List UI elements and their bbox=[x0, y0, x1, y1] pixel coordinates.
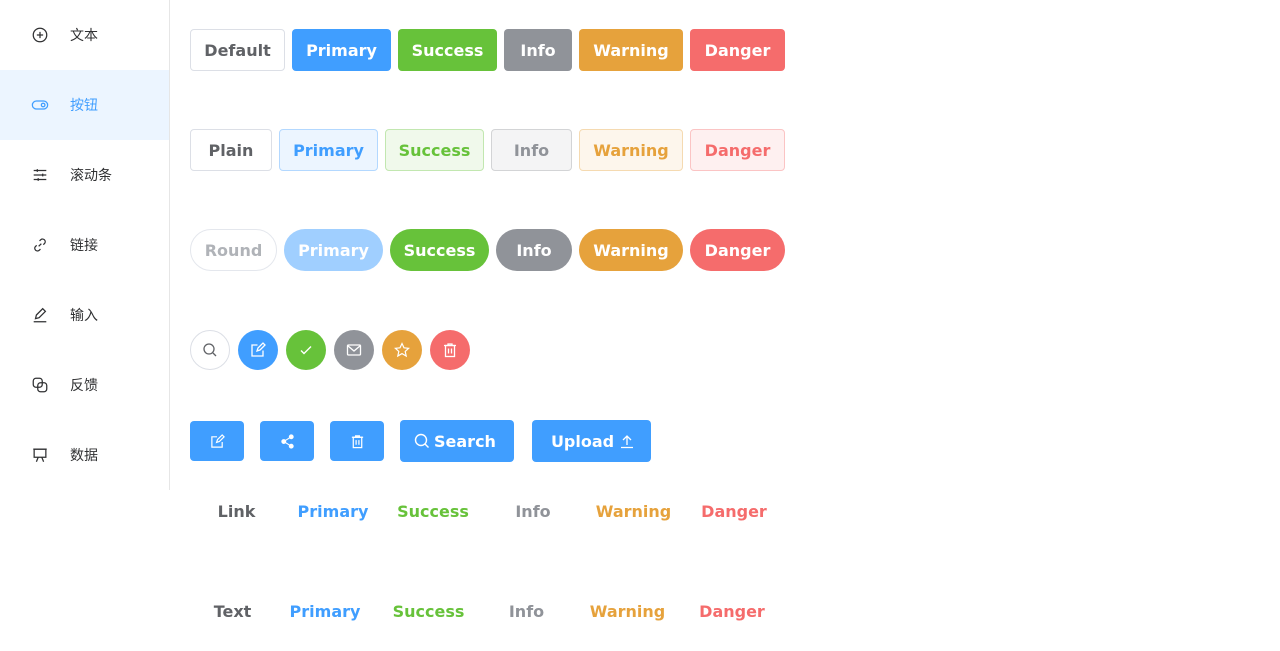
circle-search-button[interactable] bbox=[190, 330, 230, 370]
search-icon bbox=[414, 433, 429, 448]
sidebar-item-label: 数据 bbox=[70, 448, 98, 464]
round-primary-button[interactable]: Primary bbox=[284, 229, 383, 271]
warning-button[interactable]: Warning bbox=[579, 29, 683, 71]
plain-button[interactable]: Plain bbox=[190, 129, 272, 171]
round-buttons-row: Round Primary Success Info Warning Dange… bbox=[190, 229, 792, 271]
circle-buttons-row bbox=[190, 330, 478, 370]
link-default[interactable]: Link bbox=[190, 490, 283, 532]
link-icon bbox=[30, 235, 50, 255]
sidebar-item-text[interactable]: 文本 bbox=[0, 0, 169, 70]
upload-button-label: Upload bbox=[550, 431, 615, 451]
link-buttons-row: Link Primary Success Info Warning Danger bbox=[190, 490, 784, 532]
primary-button[interactable]: Primary bbox=[292, 29, 391, 71]
sidebar-item-feedback[interactable]: 反馈 bbox=[0, 350, 169, 420]
success-button[interactable]: Success bbox=[398, 29, 497, 71]
edit-icon bbox=[251, 342, 266, 357]
circle-delete-button[interactable] bbox=[430, 330, 470, 370]
upload-icon bbox=[621, 435, 634, 449]
sidebar-item-data[interactable]: 数据 bbox=[0, 420, 169, 490]
sidebar-item-link[interactable]: 链接 bbox=[0, 210, 169, 280]
upload-button[interactable]: Upload bbox=[531, 420, 652, 462]
plain-primary-button[interactable]: Primary bbox=[279, 129, 378, 171]
delete-icon bbox=[351, 434, 363, 448]
sidebar-item-scrollbar[interactable]: 滚动条 bbox=[0, 140, 169, 210]
edit-button[interactable] bbox=[190, 421, 244, 461]
round-button[interactable]: Round bbox=[190, 229, 277, 271]
delete-icon bbox=[444, 343, 456, 358]
sliders-icon bbox=[30, 165, 50, 185]
edit-icon bbox=[210, 433, 225, 448]
copy-icon bbox=[30, 375, 50, 395]
basic-buttons-row: Default Primary Success Info Warning Dan… bbox=[190, 29, 792, 71]
icon-buttons-row: Search Upload bbox=[190, 420, 669, 462]
default-button[interactable]: Default bbox=[190, 29, 285, 71]
toggle-icon bbox=[30, 95, 50, 115]
delete-button[interactable] bbox=[330, 421, 384, 461]
circle-mail-button[interactable] bbox=[334, 330, 374, 370]
sidebar: 文本 按钮 滚动条 链接 输入 反馈 数据 bbox=[0, 0, 170, 490]
sidebar-item-label: 文本 bbox=[70, 28, 98, 44]
circle-star-button[interactable] bbox=[382, 330, 422, 370]
plus-circle-icon bbox=[30, 25, 50, 45]
sidebar-item-label: 链接 bbox=[70, 238, 98, 254]
link-success[interactable]: Success bbox=[383, 490, 483, 532]
text-primary[interactable]: Primary bbox=[275, 590, 375, 632]
plain-danger-button[interactable]: Danger bbox=[690, 129, 785, 171]
sidebar-item-label: 输入 bbox=[70, 308, 98, 324]
circle-check-button[interactable] bbox=[286, 330, 326, 370]
round-danger-button[interactable]: Danger bbox=[690, 229, 785, 271]
sidebar-item-input[interactable]: 输入 bbox=[0, 280, 169, 350]
search-button-label: Search bbox=[434, 431, 496, 451]
text-info[interactable]: Info bbox=[482, 590, 571, 632]
plain-success-button[interactable]: Success bbox=[385, 129, 484, 171]
search-button[interactable]: Search bbox=[400, 420, 514, 462]
circle-edit-button[interactable] bbox=[238, 330, 278, 370]
search-icon bbox=[203, 343, 217, 357]
text-success[interactable]: Success bbox=[375, 590, 482, 632]
round-info-button[interactable]: Info bbox=[496, 229, 572, 271]
round-success-button[interactable]: Success bbox=[390, 229, 489, 271]
danger-button[interactable]: Danger bbox=[690, 29, 785, 71]
check-icon bbox=[300, 346, 312, 355]
link-warning[interactable]: Warning bbox=[583, 490, 684, 532]
plain-warning-button[interactable]: Warning bbox=[579, 129, 683, 171]
share-icon bbox=[280, 433, 294, 449]
text-danger[interactable]: Danger bbox=[684, 590, 780, 632]
info-button[interactable]: Info bbox=[504, 29, 572, 71]
sidebar-item-button[interactable]: 按钮 bbox=[0, 70, 169, 140]
mail-icon bbox=[346, 344, 362, 356]
sidebar-item-label: 滚动条 bbox=[70, 168, 112, 184]
edit-pen-icon bbox=[30, 305, 50, 325]
link-info[interactable]: Info bbox=[483, 490, 583, 532]
star-icon bbox=[394, 342, 410, 358]
round-warning-button[interactable]: Warning bbox=[579, 229, 683, 271]
sidebar-item-label: 反馈 bbox=[70, 378, 98, 394]
text-default[interactable]: Text bbox=[190, 590, 275, 632]
text-warning[interactable]: Warning bbox=[571, 590, 684, 632]
link-danger[interactable]: Danger bbox=[684, 490, 784, 532]
share-button[interactable] bbox=[260, 421, 314, 461]
plain-buttons-row: Plain Primary Success Info Warning Dange… bbox=[190, 129, 792, 171]
sidebar-item-label: 按钮 bbox=[70, 98, 98, 114]
text-buttons-row: Text Primary Success Info Warning Danger bbox=[190, 590, 780, 632]
plain-info-button[interactable]: Info bbox=[491, 129, 572, 171]
presentation-board-icon bbox=[30, 445, 50, 465]
link-primary[interactable]: Primary bbox=[283, 490, 383, 532]
